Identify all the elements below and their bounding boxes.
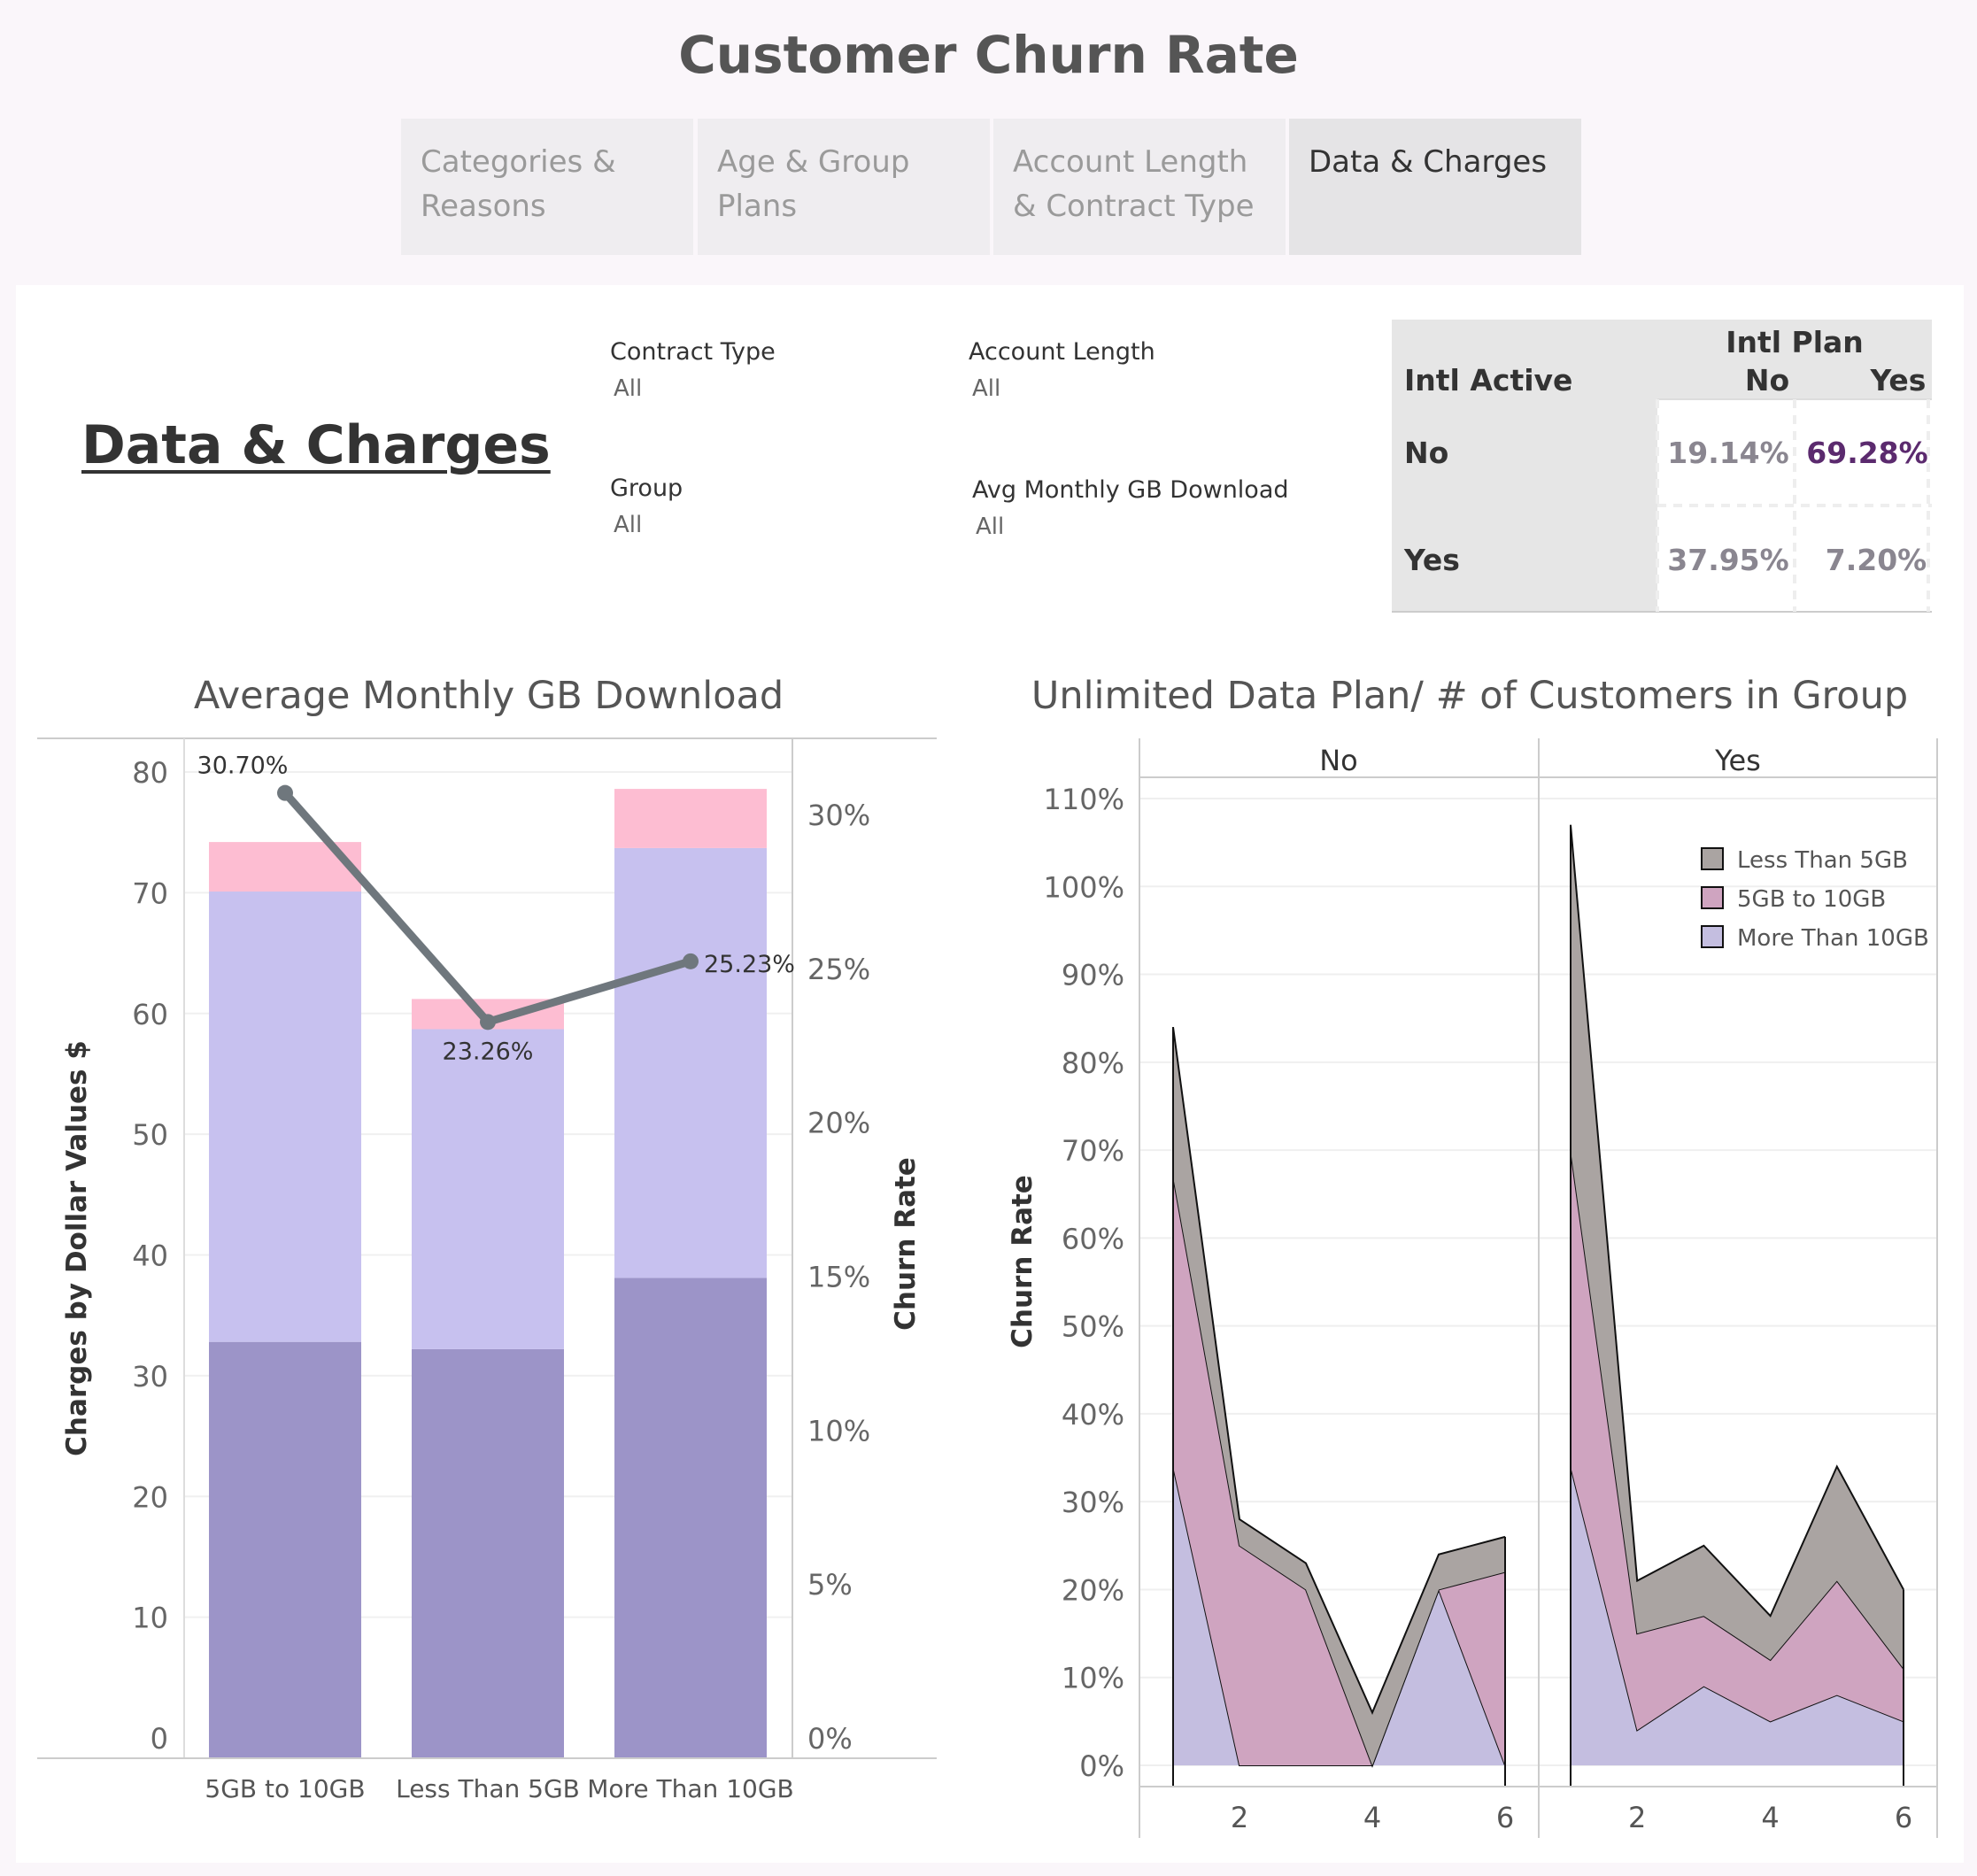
y-tick-label: 60% (1062, 1222, 1124, 1255)
panel-header-no: No (1319, 744, 1358, 777)
y-tick-label: 0% (1079, 1749, 1124, 1783)
x-tick-label: 2 (1628, 1801, 1646, 1834)
legend: Less Than 5GB 5GB to 10GB More Than 10GB (1701, 847, 1929, 952)
legend-swatch (1701, 925, 1724, 948)
y-tick-label: 50% (1062, 1310, 1124, 1344)
legend-label: 5GB to 10GB (1737, 886, 1886, 913)
x-tick-label: 2 (1231, 1801, 1248, 1834)
x-tick-label: 6 (1496, 1801, 1514, 1834)
y-tick-label: 30% (1062, 1486, 1124, 1519)
unlimited-data-plan-chart: Unlimited Data Plan/ # of Customers in G… (1007, 674, 1938, 1838)
y-tick-label: 90% (1062, 959, 1124, 992)
legend-label: More Than 10GB (1737, 925, 1929, 952)
legend-label: Less Than 5GB (1737, 847, 1908, 874)
x-tick-label: 4 (1363, 1801, 1381, 1834)
y-tick-label: 110% (1044, 783, 1124, 816)
y-tick-label: 20% (1062, 1573, 1124, 1607)
chart-title: Unlimited Data Plan/ # of Customers in G… (1031, 674, 1908, 718)
x-tick-label: 4 (1761, 1801, 1779, 1834)
y-axis-label: Churn Rate (1007, 1175, 1039, 1348)
y-tick-label: 80% (1062, 1046, 1124, 1080)
y-tick-label: 10% (1062, 1662, 1124, 1695)
legend-swatch (1701, 886, 1724, 909)
y-tick-label: 100% (1044, 870, 1124, 904)
y-tick-label: 40% (1062, 1398, 1124, 1432)
y-tick-label: 70% (1062, 1134, 1124, 1168)
x-tick-label: 6 (1895, 1801, 1912, 1834)
legend-swatch (1701, 847, 1724, 870)
panel-header-yes: Yes (1714, 744, 1761, 777)
